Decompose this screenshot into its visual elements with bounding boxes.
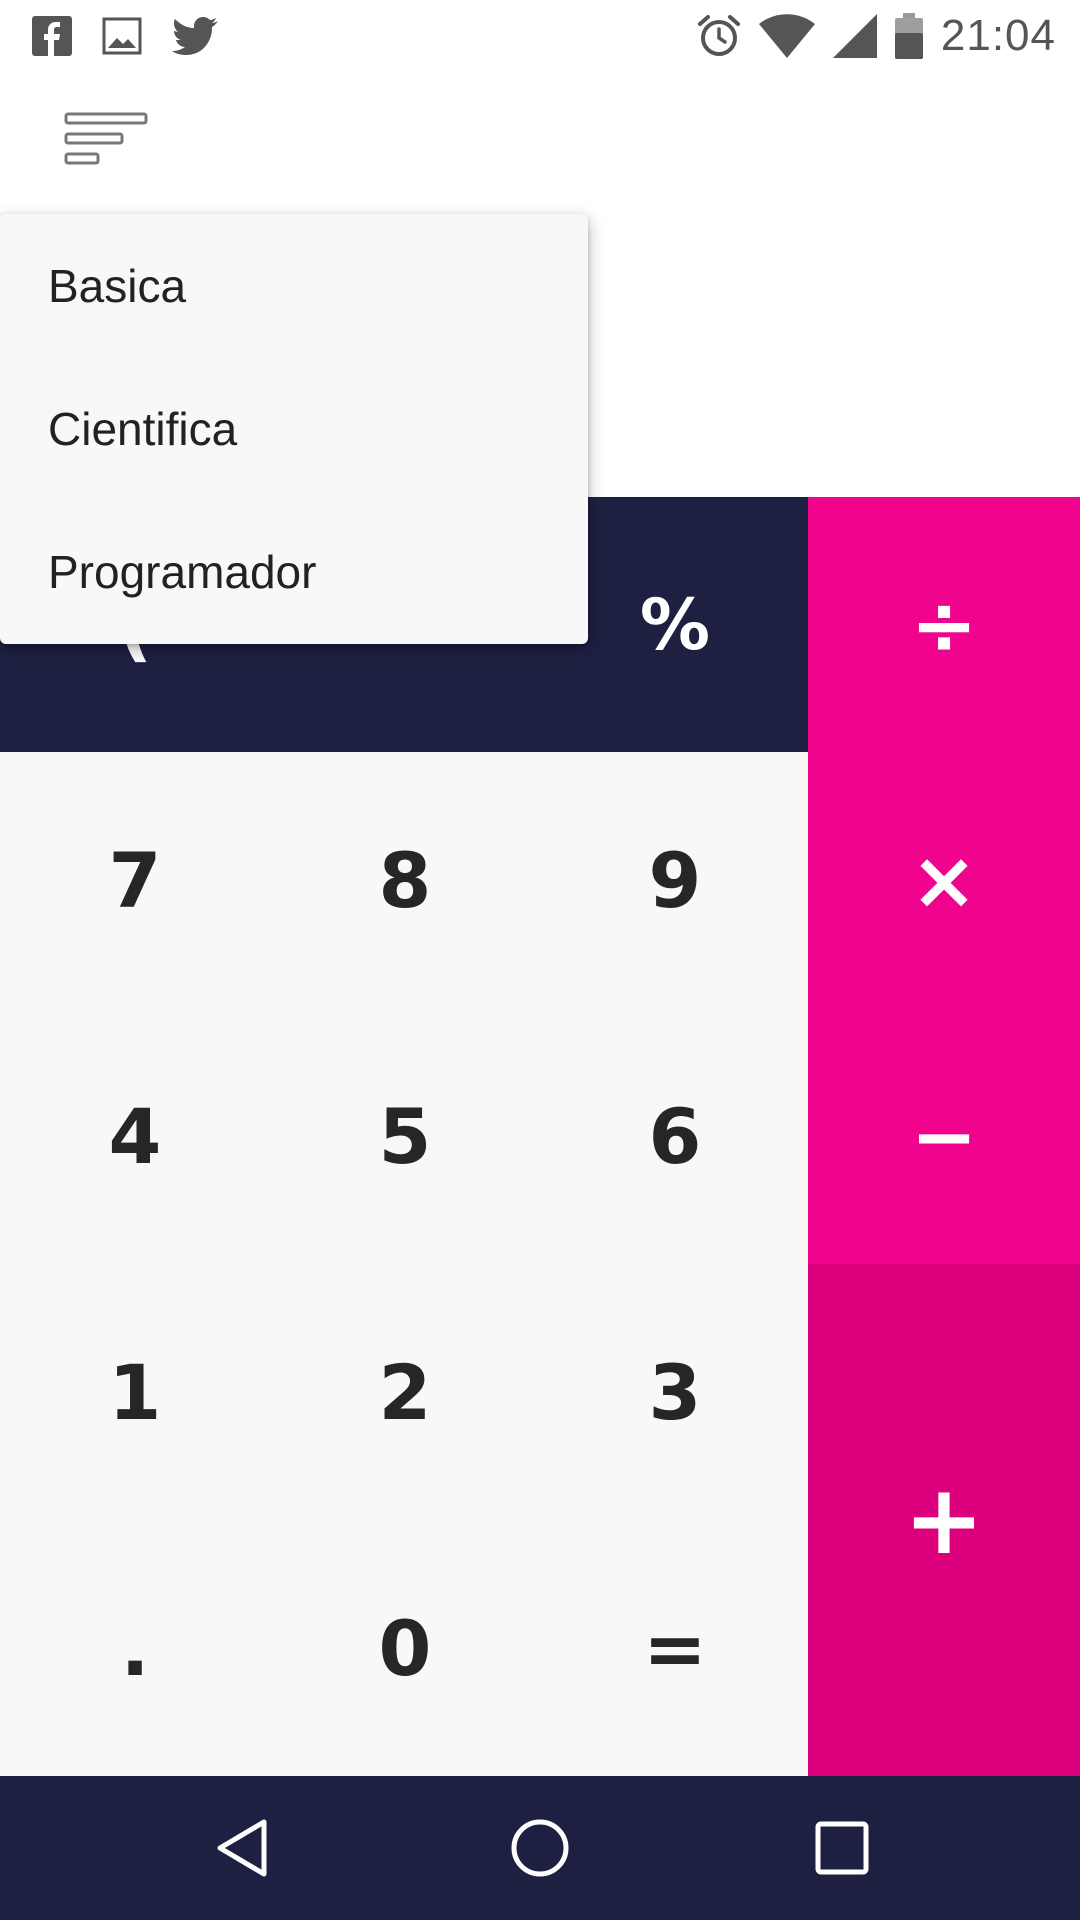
key-0[interactable]: 0 [270,1520,540,1776]
image-icon [102,16,142,56]
back-icon[interactable] [170,1776,314,1920]
key-decimal[interactable]: . [0,1520,270,1776]
key-3[interactable]: 3 [540,1264,810,1520]
key-6[interactable]: 6 [540,1008,810,1264]
navigation-bar [0,1776,1080,1920]
menu-item-programador[interactable]: Programador [0,500,588,643]
calculator-screen: 21:04 ( % 7 8 9 4 5 6 1 2 3 . 0 = ÷ × − … [0,0,1080,1920]
multiply-key[interactable]: × [808,752,1080,1008]
wifi-icon [758,14,815,58]
facebook-icon [32,16,72,56]
key-1[interactable]: 1 [0,1264,270,1520]
sort-lines-icon[interactable] [64,112,150,170]
key-7[interactable]: 7 [0,752,270,1008]
twitter-icon [172,16,220,56]
plus-key[interactable]: + [808,1264,1080,1776]
menu-item-basica[interactable]: Basica [0,214,588,357]
minus-key[interactable]: − [808,1008,1080,1264]
key-2[interactable]: 2 [270,1264,540,1520]
home-icon[interactable] [468,1776,612,1920]
status-time: 21:04 [940,11,1056,60]
status-bar-notifications [32,0,220,72]
status-bar-system: 21:04 [697,0,1056,72]
menu-item-cientifica[interactable]: Cientifica [0,357,588,500]
mode-dropdown-menu: Basica Cientifica Programador [0,214,588,644]
signal-icon [832,14,877,58]
key-4[interactable]: 4 [0,1008,270,1264]
battery-icon [894,13,923,59]
status-bar: 21:04 [0,0,1080,72]
equals-key[interactable]: = [540,1520,810,1776]
alarm-icon [697,14,741,58]
key-9[interactable]: 9 [540,752,810,1008]
key-8[interactable]: 8 [270,752,540,1008]
divide-key[interactable]: ÷ [808,497,1080,753]
key-5[interactable]: 5 [270,1008,540,1264]
recents-icon[interactable] [770,1776,914,1920]
